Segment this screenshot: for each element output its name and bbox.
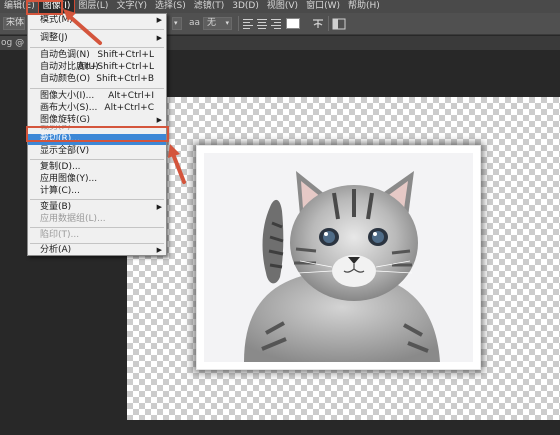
menu-item-image-size[interactable]: 图像大小(I)... Alt+Ctrl+I [28, 91, 166, 102]
font-size-dropdown[interactable]: ▾ [172, 17, 182, 30]
divider [238, 16, 239, 31]
antialias-icon: aa [189, 18, 201, 28]
menu-item-canvas-size[interactable]: 画布大小(S)... Alt+Ctrl+C [28, 103, 166, 114]
align-right-icon[interactable] [270, 18, 282, 29]
antialias-select[interactable]: 无 ▾ [203, 17, 232, 30]
menu-item-label: 自动色调(N) [40, 50, 90, 60]
menu-divider [30, 199, 164, 200]
menu-item-label: 显示全部(V) [40, 146, 90, 156]
menu-filter[interactable]: 滤镜(T) [190, 0, 229, 13]
menu-item-auto-tone[interactable]: 自动色调(N) Shift+Ctrl+L [28, 50, 166, 61]
kitten-image [204, 153, 473, 362]
menu-item-auto-color[interactable]: 自动颜色(O) Shift+Ctrl+B [28, 74, 166, 85]
antialias-value: 无 [207, 18, 217, 28]
kitten-photo [204, 153, 473, 362]
menu-item-label: 复制(D)... [40, 162, 81, 172]
menu-item-label: 自动颜色(O) [40, 74, 91, 84]
menu-item-label: 画布大小(S)... [40, 103, 98, 113]
menu-3d[interactable]: 3D(D) [228, 0, 263, 13]
photo-frame[interactable] [196, 145, 481, 370]
pointer-arrow-icon [168, 144, 186, 184]
menu-item-label: 计算(C)... [40, 186, 80, 196]
chevron-down-icon: ▾ [225, 19, 229, 27]
menu-item-shortcut: Shift+Ctrl+B [96, 74, 154, 84]
menu-item-analysis[interactable]: 分析(A) ▶ [28, 245, 166, 256]
menu-divider [30, 88, 164, 89]
menu-item-duplicate[interactable]: 复制(D)... [28, 162, 166, 173]
pointer-arrow-icon [63, 9, 102, 45]
menu-item-shortcut: Alt+Ctrl+I [108, 91, 154, 101]
menu-item-shortcut: Alt+Ctrl+C [104, 103, 154, 113]
submenu-arrow-icon: ▶ [156, 16, 162, 24]
menu-item-apply-image[interactable]: 应用图像(Y)... [28, 174, 166, 185]
menu-item-label: 陷印(T)... [40, 230, 80, 240]
menu-divider [30, 159, 164, 160]
menu-item-label: 分析(A) [40, 245, 72, 255]
menu-divider [30, 227, 164, 228]
menu-item-trap: 陷印(T)... [28, 230, 166, 241]
menu-item-auto-contrast[interactable]: 自动对比度(U) Alt+Shift+Ctrl+L [28, 62, 166, 73]
menu-item-reveal-all[interactable]: 显示全部(V) [28, 146, 166, 157]
divider [328, 16, 329, 31]
warp-text-icon[interactable] [311, 17, 325, 30]
text-color-swatch[interactable] [286, 18, 300, 29]
submenu-arrow-icon: ▶ [156, 203, 162, 211]
highlight-box-trim [26, 126, 169, 142]
menu-item-label: 应用数据组(L)... [40, 214, 106, 224]
menu-item-apply-data-set: 应用数据组(L)... [28, 214, 166, 225]
menu-divider [30, 243, 164, 244]
font-family-select[interactable]: 宋体 [3, 17, 25, 30]
menu-item-label: 变量(B) [40, 202, 72, 212]
highlight-box-image-menu [26, 0, 63, 15]
align-left-icon[interactable] [242, 18, 254, 29]
menu-item-variables[interactable]: 变量(B) ▶ [28, 202, 166, 213]
align-center-icon[interactable] [256, 18, 268, 29]
menu-item-calculations[interactable]: 计算(C)... [28, 186, 166, 197]
menu-item-shortcut: Shift+Ctrl+L [97, 50, 154, 60]
menu-item-label: 应用图像(Y)... [40, 174, 98, 184]
submenu-arrow-icon: ▶ [156, 246, 162, 254]
menu-item-label: 图像大小(I)... [40, 91, 95, 101]
submenu-arrow-icon: ▶ [156, 34, 162, 42]
menu-window[interactable]: 窗口(W) [302, 0, 344, 13]
chevron-down-icon: ▾ [174, 19, 178, 27]
menu-view[interactable]: 视图(V) [263, 0, 302, 13]
menu-select[interactable]: 选择(S) [151, 0, 190, 13]
menu-help[interactable]: 帮助(H) [344, 0, 384, 13]
menu-item-shortcut: Alt+Shift+Ctrl+L [77, 62, 154, 72]
menu-type[interactable]: 文字(Y) [112, 0, 151, 13]
document-tab[interactable]: og @ 100 [0, 36, 28, 62]
panels-icon[interactable] [332, 17, 346, 30]
